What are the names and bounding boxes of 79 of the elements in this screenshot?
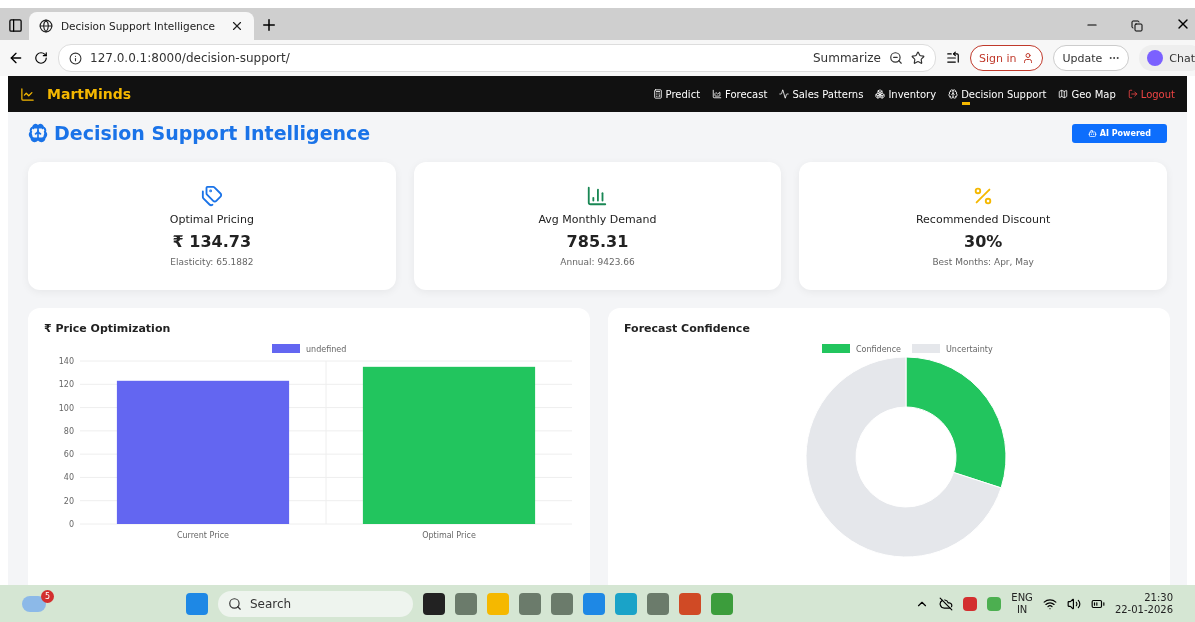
- nav-link[interactable]: Logout: [1127, 82, 1175, 106]
- brain-icon: [948, 89, 959, 99]
- cloud-off-icon[interactable]: [939, 596, 954, 611]
- url-text: 127.0.0.1:8000/decision-support/: [90, 51, 291, 65]
- address-bar[interactable]: 127.0.0.1:8000/decision-support/ Summarize: [58, 44, 936, 72]
- pulse-icon: [779, 89, 790, 99]
- nav-link[interactable]: Geo Map: [1058, 82, 1116, 106]
- chat-button[interactable]: Chat: [1139, 45, 1195, 71]
- nav-link[interactable]: Inventory: [875, 82, 937, 106]
- stat-label: Optimal Pricing: [169, 213, 254, 226]
- nav-link[interactable]: Sales Patterns: [779, 82, 864, 106]
- new-tab-icon[interactable]: [260, 16, 278, 34]
- nav-link[interactable]: Forecast: [712, 82, 768, 106]
- browser-tab[interactable]: Decision Support Intelligence: [29, 12, 254, 40]
- axis-tick-label: 40: [63, 473, 74, 483]
- stat-note: Annual: 9423.66: [560, 257, 635, 267]
- brain-icon: [28, 123, 48, 143]
- legend-label: undefined: [306, 345, 347, 354]
- reload-icon[interactable]: [34, 51, 48, 65]
- boxes-icon: [875, 89, 886, 99]
- axis-category-label: Optimal Price: [422, 531, 476, 540]
- copilot-icon: [1147, 50, 1164, 66]
- page-title: Decision Support Intelligence: [54, 122, 371, 144]
- legend-swatch: [822, 344, 850, 353]
- chart-title: Forecast Confidence: [624, 322, 751, 335]
- stat-label: Avg Monthly Demand: [538, 213, 657, 226]
- zoom-out-icon[interactable]: [888, 51, 903, 65]
- axis-tick-label: 100: [58, 403, 74, 413]
- globe-icon: [39, 19, 53, 33]
- language-label[interactable]: ENG: [1011, 591, 1033, 604]
- axis-tick-label: 20: [63, 496, 74, 506]
- map-icon: [1058, 89, 1069, 99]
- line-chart-icon: [20, 86, 35, 102]
- update-button[interactable]: Update: [1053, 45, 1130, 71]
- star-icon[interactable]: [910, 51, 925, 65]
- stat-note: Elasticity: 65.1882: [170, 257, 254, 267]
- clock-date[interactable]: 22-01-2026: [1114, 603, 1173, 616]
- sign-in-button[interactable]: Sign in: [969, 45, 1044, 71]
- region-label[interactable]: IN: [1016, 603, 1028, 616]
- back-icon[interactable]: [8, 50, 24, 66]
- logout-icon: [1127, 89, 1138, 99]
- user-icon: [1022, 52, 1035, 64]
- legend-label: Confidence: [856, 345, 901, 354]
- brand-name[interactable]: MartMinds: [47, 86, 132, 102]
- stat-value: 785.31: [566, 232, 629, 251]
- restore-icon[interactable]: [1131, 20, 1143, 32]
- chart-title: ₹ Price Optimization: [44, 322, 172, 335]
- axis-tick-label: 140: [58, 357, 74, 366]
- stat-value: ₹ 134.73: [172, 232, 252, 251]
- stat-label: Recommended Discount: [915, 213, 1051, 226]
- axis-tick-label: 80: [63, 426, 74, 436]
- legend-label: Uncertainty: [946, 345, 993, 354]
- clock-time[interactable]: 21:30: [1144, 591, 1173, 604]
- stat-note: Best Months: Apr, May: [932, 257, 1034, 267]
- summarize-label[interactable]: Summarize: [813, 51, 881, 65]
- volume-icon[interactable]: [1066, 596, 1081, 611]
- notification-badge: 5: [41, 589, 54, 603]
- taskbar-search[interactable]: Search: [218, 590, 413, 617]
- sidebar-icon[interactable]: [8, 18, 23, 33]
- area-chart-icon: [712, 89, 723, 99]
- nav-link[interactable]: Predict: [652, 82, 701, 106]
- axis-tick-label: 0: [68, 520, 74, 529]
- legend-swatch: [272, 344, 300, 353]
- ai-powered-badge: AI Powered: [1071, 123, 1167, 143]
- taskbar-app-icon[interactable]: [423, 592, 445, 615]
- wifi-icon[interactable]: [1042, 596, 1057, 611]
- search-icon: [228, 596, 242, 611]
- favorites-icon[interactable]: [945, 51, 960, 65]
- legend-swatch: [912, 344, 940, 353]
- stat-value: 30%: [964, 232, 1003, 251]
- close-icon[interactable]: [230, 19, 244, 33]
- robot-icon: [1087, 128, 1097, 138]
- axis-tick-label: 60: [63, 450, 74, 460]
- axis-tick-label: 120: [58, 380, 74, 390]
- tab-title: Decision Support Intelligence: [61, 20, 216, 32]
- info-icon: [69, 51, 82, 65]
- start-icon[interactable]: [186, 592, 208, 615]
- calculator-icon: [652, 89, 663, 99]
- axis-category-label: Current Price: [176, 531, 230, 540]
